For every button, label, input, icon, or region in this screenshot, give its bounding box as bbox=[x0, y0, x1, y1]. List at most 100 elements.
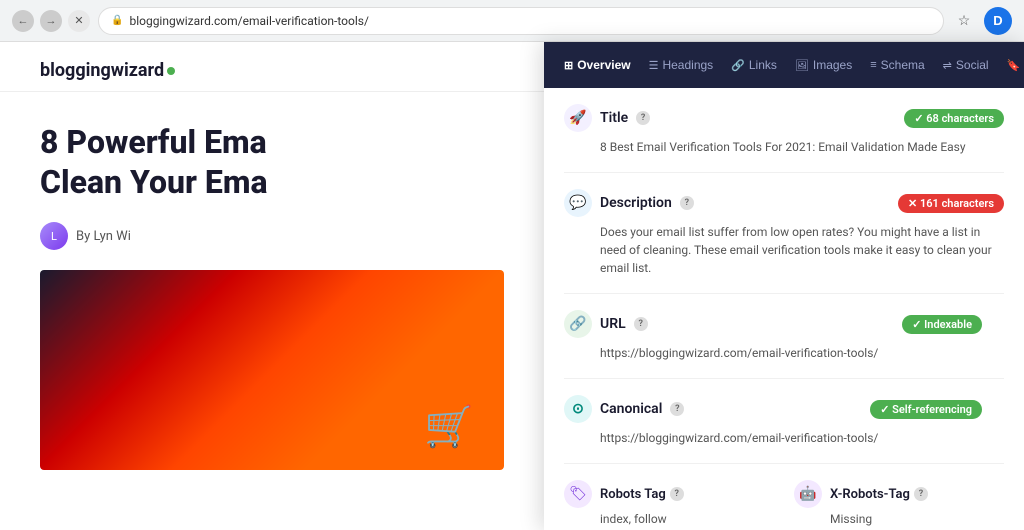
robots-label: Robots Tag ? bbox=[600, 487, 684, 502]
x-robots-label: X-Robots-Tag ? bbox=[830, 487, 928, 502]
article-author: L By Lyn Wi bbox=[40, 222, 504, 250]
canonical-icon: ⊙ bbox=[564, 395, 592, 423]
robots-icon: 🏷 bbox=[564, 480, 592, 508]
blog-article: 8 Powerful Ema Clean Your Ema L By Lyn W… bbox=[0, 92, 544, 490]
x-robots-col-header: 🤖 X-Robots-Tag ? bbox=[794, 480, 1004, 508]
title-line1: 8 Powerful Ema bbox=[40, 123, 267, 161]
author-avatar: L bbox=[40, 222, 68, 250]
x-robots-help-icon[interactable]: ? bbox=[914, 487, 928, 501]
canonical-text: Canonical bbox=[600, 401, 662, 417]
description-row: 💬 Description ? ✕ 161 characters Does yo… bbox=[564, 189, 1004, 294]
robots-help-icon[interactable]: ? bbox=[670, 487, 684, 501]
tab-links-label: Links bbox=[749, 58, 777, 72]
canonical-row-header: ⊙ Canonical ? ✓ Self-referencing ? bbox=[564, 395, 1004, 423]
description-row-header: 💬 Description ? ✕ 161 characters bbox=[564, 189, 1004, 217]
url-badge-help[interactable]: ? bbox=[986, 315, 1004, 333]
article-image: 🛒 bbox=[40, 270, 504, 470]
url-badge-container: ✓ Indexable ? bbox=[902, 315, 1004, 334]
cart-icon: 🛒 bbox=[424, 403, 474, 450]
blog-header: bloggingwizard bbox=[0, 42, 544, 92]
x-robots-text: X-Robots-Tag bbox=[830, 487, 910, 502]
title-line2: Clean Your Ema bbox=[40, 163, 268, 201]
blog-page: bloggingwizard 8 Powerful Ema Clean Your… bbox=[0, 42, 544, 530]
description-text: Description bbox=[600, 195, 672, 211]
canonical-row: ⊙ Canonical ? ✓ Self-referencing ? https… bbox=[564, 395, 1004, 464]
tab-schema-label: Schema bbox=[881, 58, 925, 72]
title-row-header: 🚀 Title ? ✓ 68 characters bbox=[564, 104, 1004, 132]
reload-button[interactable]: ✕ bbox=[68, 10, 90, 32]
forward-button[interactable]: → bbox=[40, 10, 62, 32]
tab-overview-label: Overview bbox=[577, 58, 630, 72]
canonical-value: https://bloggingwizard.com/email-verific… bbox=[564, 429, 1004, 447]
url-row: 🔗 URL ? ✓ Indexable ? https://bloggingwi… bbox=[564, 310, 1004, 379]
title-icon: 🚀 bbox=[564, 104, 592, 132]
social-icon: ⇌ bbox=[943, 59, 952, 72]
tab-headings[interactable]: ☰ Headings bbox=[641, 52, 722, 78]
seo-content: 🚀 Title ? ✓ 68 characters 8 Best Email V… bbox=[544, 88, 1024, 530]
url-text: URL bbox=[600, 316, 626, 332]
links-icon: 🔗 bbox=[731, 59, 745, 72]
author-name: By Lyn Wi bbox=[76, 229, 131, 244]
robots-row: 🏷 Robots Tag ? index, follow 🤖 X-Robots-… bbox=[564, 480, 1004, 530]
tab-schema[interactable]: ≡ Schema bbox=[862, 52, 932, 78]
extension-button[interactable]: D bbox=[984, 7, 1012, 35]
tab-social[interactable]: ⇌ Social bbox=[935, 52, 997, 78]
headings-icon: ☰ bbox=[649, 59, 659, 72]
robots-tag-col: 🏷 Robots Tag ? index, follow bbox=[564, 480, 774, 526]
tab-headings-label: Headings bbox=[662, 58, 713, 72]
x-robots-value: Missing bbox=[794, 512, 1004, 526]
seo-panel: ⊞ Overview ☰ Headings 🔗 Links 🖼 Images ≡… bbox=[544, 42, 1024, 530]
canonical-badge-help[interactable]: ? bbox=[986, 400, 1004, 418]
description-help-icon[interactable]: ? bbox=[680, 196, 694, 210]
browser-nav-buttons: ← → ✕ bbox=[12, 10, 90, 32]
url-value: https://bloggingwizard.com/email-verific… bbox=[564, 344, 1004, 362]
tab-images-label: Images bbox=[813, 58, 852, 72]
article-title: 8 Powerful Ema Clean Your Ema bbox=[40, 122, 420, 202]
back-button[interactable]: ← bbox=[12, 10, 34, 32]
canonical-badge: ✓ Self-referencing bbox=[870, 400, 982, 419]
seo-tabs: ⊞ Overview ☰ Headings 🔗 Links 🖼 Images ≡… bbox=[544, 42, 1024, 88]
logo-dot bbox=[167, 67, 175, 75]
url-help-icon[interactable]: ? bbox=[634, 317, 648, 331]
robots-col-header: 🏷 Robots Tag ? bbox=[564, 480, 774, 508]
quicklinks-icon: 🔖 bbox=[1007, 59, 1021, 72]
canonical-label: ⊙ Canonical ? bbox=[564, 395, 684, 423]
main-area: bloggingwizard 8 Powerful Ema Clean Your… bbox=[0, 42, 1024, 530]
canonical-help-icon[interactable]: ? bbox=[670, 402, 684, 416]
overview-icon: ⊞ bbox=[564, 59, 573, 72]
lock-icon: 🔒 bbox=[111, 15, 123, 26]
tab-quicklinks[interactable]: 🔖 Quick Links bbox=[999, 52, 1024, 78]
title-value: 8 Best Email Verification Tools For 2021… bbox=[564, 138, 1004, 156]
description-icon: 💬 bbox=[564, 189, 592, 217]
tab-social-label: Social bbox=[956, 58, 989, 72]
blog-logo: bloggingwizard bbox=[40, 60, 504, 81]
tab-links[interactable]: 🔗 Links bbox=[723, 52, 785, 78]
images-icon: 🖼 bbox=[795, 59, 809, 72]
description-value: Does your email list suffer from low ope… bbox=[564, 223, 1004, 277]
url-row-header: 🔗 URL ? ✓ Indexable ? bbox=[564, 310, 1004, 338]
description-badge: ✕ 161 characters bbox=[898, 194, 1004, 213]
title-label: 🚀 Title ? bbox=[564, 104, 650, 132]
description-label: 💬 Description ? bbox=[564, 189, 694, 217]
title-badge-container: ✓ 68 characters bbox=[904, 109, 1004, 128]
title-badge: ✓ 68 characters bbox=[904, 109, 1004, 128]
schema-icon: ≡ bbox=[870, 59, 876, 71]
robots-value: index, follow bbox=[564, 512, 774, 526]
title-help-icon[interactable]: ? bbox=[636, 111, 650, 125]
tab-overview[interactable]: ⊞ Overview bbox=[556, 52, 639, 78]
logo-text: bloggingwizard bbox=[40, 60, 164, 81]
url-label: 🔗 URL ? bbox=[564, 310, 648, 338]
x-robots-col: 🤖 X-Robots-Tag ? Missing bbox=[794, 480, 1004, 526]
x-robots-icon: 🤖 bbox=[794, 480, 822, 508]
canonical-badge-container: ✓ Self-referencing ? bbox=[870, 400, 1004, 419]
url-icon: 🔗 bbox=[564, 310, 592, 338]
tab-images[interactable]: 🖼 Images bbox=[787, 52, 860, 78]
browser-chrome: ← → ✕ 🔒 bloggingwizard.com/email-verific… bbox=[0, 0, 1024, 42]
robots-text: Robots Tag bbox=[600, 487, 666, 502]
description-badge-container: ✕ 161 characters bbox=[898, 194, 1004, 213]
title-row: 🚀 Title ? ✓ 68 characters 8 Best Email V… bbox=[564, 104, 1004, 173]
title-text: Title bbox=[600, 110, 628, 126]
url-badge: ✓ Indexable bbox=[902, 315, 982, 334]
bookmark-button[interactable]: ☆ bbox=[952, 9, 976, 33]
address-bar[interactable]: 🔒 bloggingwizard.com/email-verification-… bbox=[98, 7, 944, 35]
